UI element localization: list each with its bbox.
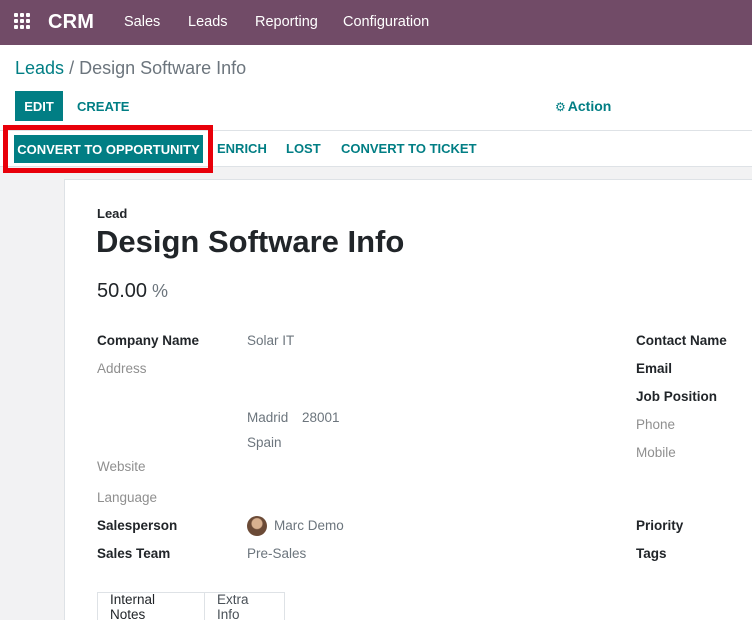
address-city: Madrid — [247, 410, 289, 425]
address-country: Spain — [247, 435, 282, 450]
salesperson-value[interactable]: Marc Demo — [274, 518, 344, 533]
top-navbar: CRM Sales Leads Reporting Configuration — [0, 0, 752, 45]
breadcrumb-leads-link[interactable]: Leads — [15, 58, 64, 78]
nav-item-reporting[interactable]: Reporting — [255, 14, 318, 30]
app-grid-icon[interactable] — [14, 13, 32, 31]
control-panel: Leads / Design Software Info EDIT CREATE… — [0, 45, 752, 131]
website-label: Website — [97, 459, 146, 474]
priority-label: Priority — [636, 518, 684, 533]
contact-name-label: Contact Name — [636, 333, 727, 348]
address-label: Address — [97, 361, 147, 376]
tab-internal-notes[interactable]: Internal Notes — [97, 592, 205, 620]
nav-item-sales[interactable]: Sales — [124, 14, 160, 30]
convert-to-opportunity-button[interactable]: CONVERT TO OPPORTUNITY — [14, 135, 203, 163]
lost-button[interactable]: LOST — [286, 141, 321, 156]
avatar — [247, 516, 267, 536]
probability-value: 50.00 — [97, 280, 148, 302]
lead-name-field: Design Software Info — [96, 224, 405, 259]
mobile-label: Mobile — [636, 445, 676, 460]
tags-label: Tags — [636, 546, 667, 561]
record-type-label: Lead — [97, 206, 128, 221]
breadcrumb: Leads / Design Software Info — [15, 58, 246, 79]
breadcrumb-current: Design Software Info — [79, 58, 247, 78]
status-bar: CONVERT TO OPPORTUNITY ENRICH LOST CONVE… — [0, 131, 752, 167]
company-name-value: Solar IT — [247, 333, 295, 348]
nav-item-leads[interactable]: Leads — [188, 14, 228, 30]
tab-extra-info[interactable]: Extra Info — [204, 592, 285, 620]
sales-team-value[interactable]: Pre-Sales — [247, 546, 306, 561]
action-menu-button[interactable]: ⚙ Action — [555, 98, 611, 114]
sales-team-label: Sales Team — [97, 546, 171, 561]
language-label: Language — [97, 490, 158, 505]
company-name-label: Company Name — [97, 333, 200, 348]
breadcrumb-separator: / — [69, 58, 75, 78]
convert-to-ticket-button[interactable]: CONVERT TO TICKET — [341, 141, 477, 156]
action-label: Action — [567, 98, 612, 114]
edit-button[interactable]: EDIT — [15, 91, 63, 121]
salesperson-label: Salesperson — [97, 518, 178, 533]
app-brand[interactable]: CRM — [48, 11, 94, 34]
address-zip: 28001 — [302, 410, 340, 425]
enrich-button[interactable]: ENRICH — [217, 141, 267, 156]
phone-label: Phone — [636, 417, 676, 432]
gear-icon: ⚙ — [555, 100, 566, 114]
nav-item-configuration[interactable]: Configuration — [343, 14, 429, 30]
create-button[interactable]: CREATE — [70, 91, 136, 121]
job-position-label: Job Position — [636, 389, 717, 404]
email-label: Email — [636, 361, 673, 376]
probability-unit: % — [152, 281, 169, 301]
